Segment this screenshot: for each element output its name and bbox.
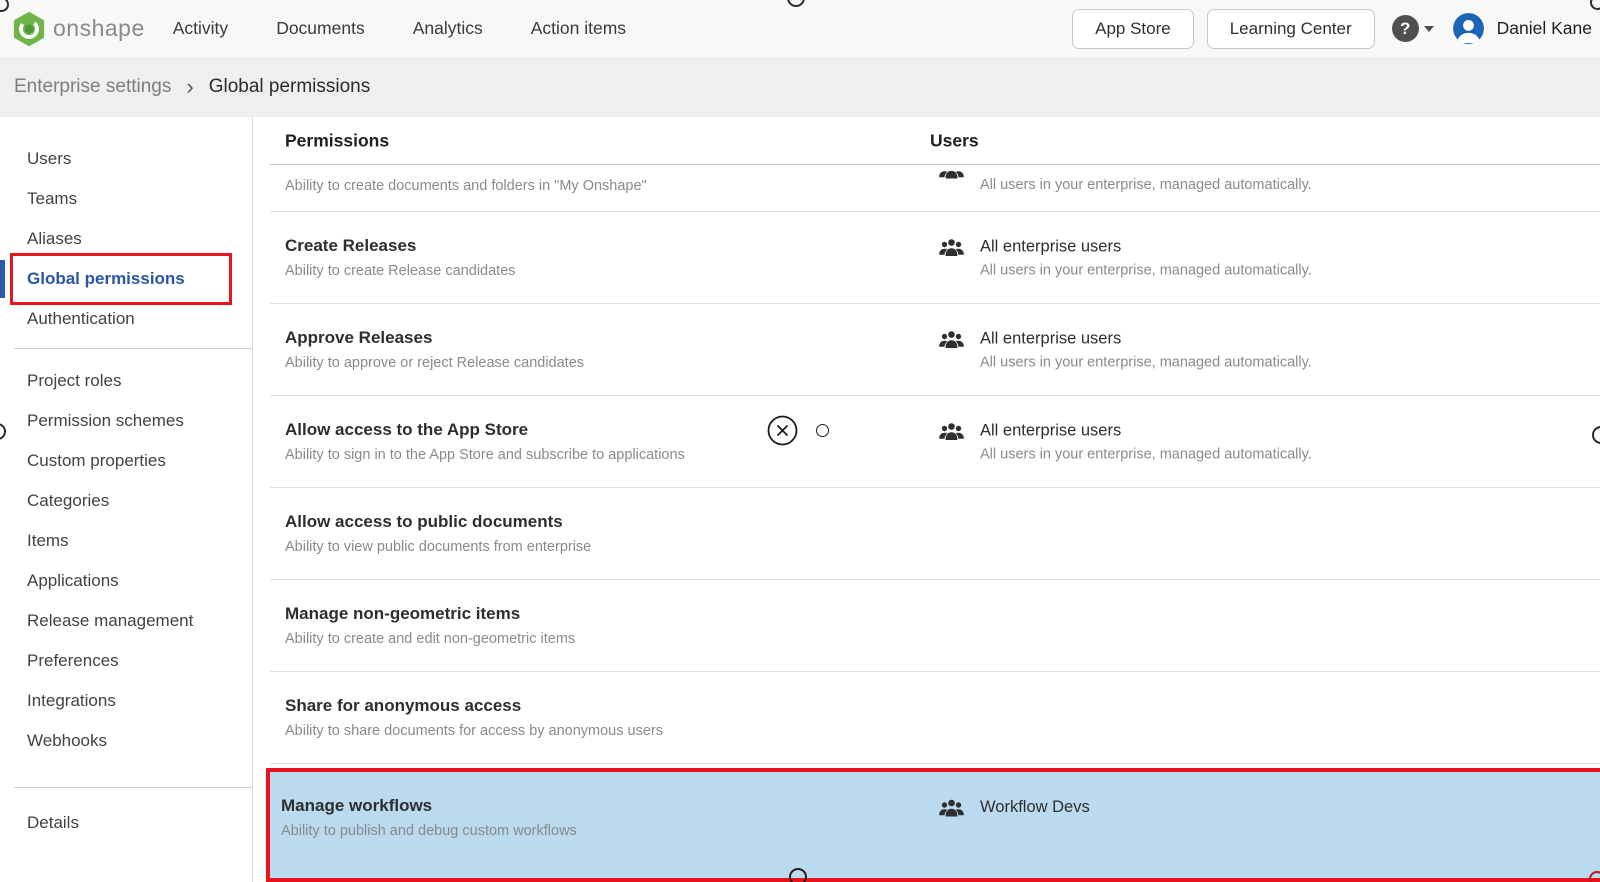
permissions-rows: Ability to create documents and folders … [270, 165, 1600, 882]
users-group-icon [938, 421, 965, 462]
users-group-icon [938, 798, 965, 820]
help-icon[interactable]: ? [1392, 15, 1419, 42]
sidebar-divider [14, 787, 252, 788]
users-title: All enterprise users [980, 421, 1312, 440]
users-cell: All enterprise users All users in your e… [938, 421, 1312, 462]
users-group-icon [938, 171, 965, 193]
sidebar-item-categories[interactable]: Categories [0, 481, 252, 521]
users-description: All users in your enterprise, managed au… [980, 354, 1312, 370]
users-title: All enterprise users [980, 237, 1312, 256]
permission-row-allow-access-to-public-documents[interactable]: Allow access to public documents Ability… [270, 488, 1600, 580]
nav-item-action-items[interactable]: Action items [531, 18, 626, 39]
permission-title: Manage non-geometric items [285, 604, 1600, 624]
sidebar-group-3: Details [0, 803, 252, 843]
onshape-brand[interactable]: onshape [12, 12, 145, 46]
sidebar-group-1: UsersTeamsAliasesGlobal permissionsAuthe… [0, 139, 252, 339]
sidebar-item-custom-properties[interactable]: Custom properties [0, 441, 252, 481]
nav-item-activity[interactable]: Activity [173, 18, 228, 39]
sidebar-item-project-roles[interactable]: Project roles [0, 361, 252, 401]
breadcrumb-enterprise-settings[interactable]: Enterprise settings [14, 76, 171, 98]
help-menu[interactable]: ? [1392, 15, 1434, 42]
user-avatar[interactable] [1453, 13, 1484, 44]
global-permissions-panel: Permissions Users Ability to create docu… [270, 117, 1600, 882]
onshape-enterprise-settings-page: onshape Activity Documents Analytics Action… [0, 0, 1600, 882]
permission-row-share-for-anonymous-access[interactable]: Share for anonymous access Ability to sh… [270, 672, 1600, 764]
sidebar-item-global-permissions[interactable]: Global permissions [0, 259, 252, 299]
person-icon [1453, 13, 1484, 44]
breadcrumb: Enterprise settings › Global permissions [0, 57, 1600, 117]
permission-row-create-releases[interactable]: Create Releases Ability to create Releas… [270, 212, 1600, 304]
column-header-permissions: Permissions [285, 130, 389, 151]
users-title: Workflow Devs [980, 798, 1090, 817]
permission-description: Ability to create and edit non-geometric… [285, 631, 1600, 647]
users-group-icon [938, 237, 965, 278]
topbar-actions: App Store Learning Center ? Daniel Kane [1072, 0, 1592, 57]
users-title: All enterprise users [980, 329, 1312, 348]
sidebar-item-release-management[interactable]: Release management [0, 601, 252, 641]
row-action-icons [767, 415, 829, 446]
sidebar-item-users[interactable]: Users [0, 139, 252, 179]
breadcrumb-current-page: Global permissions [209, 76, 371, 98]
nav-item-analytics[interactable]: Analytics [413, 18, 483, 39]
sidebar-divider [14, 348, 252, 349]
sidebar-item-preferences[interactable]: Preferences [0, 641, 252, 681]
nav-item-documents[interactable]: Documents [276, 18, 365, 39]
permission-row-ability-to-create-documents-and-folders-in-my-onshape[interactable]: Ability to create documents and folders … [270, 165, 1600, 212]
permission-description: Ability to share documents for access by… [285, 723, 1600, 739]
sidebar-item-aliases[interactable]: Aliases [0, 219, 252, 259]
learning-center-button[interactable]: Learning Center [1207, 9, 1375, 49]
brand-wordmark: onshape [53, 15, 145, 42]
permission-title: Share for anonymous access [285, 696, 1600, 716]
user-name[interactable]: Daniel Kane [1497, 18, 1592, 39]
sidebar-item-integrations[interactable]: Integrations [0, 681, 252, 721]
sidebar-item-applications[interactable]: Applications [0, 561, 252, 601]
sidebar-item-permission-schemes[interactable]: Permission schemes [0, 401, 252, 441]
chevron-right-icon: › [186, 76, 193, 98]
users-cell: All enterprise users All users in your e… [938, 237, 1312, 278]
permission-row-approve-releases[interactable]: Approve Releases Ability to approve or r… [270, 304, 1600, 396]
top-navigation-bar: onshape Activity Documents Analytics Action… [0, 0, 1600, 57]
sidebar-item-authentication[interactable]: Authentication [0, 299, 252, 339]
permission-row-manage-workflows[interactable]: Manage workflows Ability to publish and … [266, 768, 1600, 882]
users-cell: Workflow Devs [938, 798, 1090, 820]
users-group-icon [938, 329, 965, 370]
sidebar-item-teams[interactable]: Teams [0, 179, 252, 219]
table-header: Permissions Users [270, 117, 1600, 165]
sidebar-item-webhooks[interactable]: Webhooks [0, 721, 252, 761]
onshape-logo-icon [12, 12, 46, 46]
column-header-users: Users [930, 130, 979, 151]
annotation-dot-icon [816, 424, 829, 437]
users-description: All users in your enterprise, managed au… [980, 177, 1312, 193]
chevron-down-icon [1424, 26, 1434, 32]
settings-sidebar: UsersTeamsAliasesGlobal permissionsAuthe… [0, 117, 253, 882]
users-cell: All users in your enterprise, managed au… [938, 171, 1312, 193]
permission-row-manage-non-geometric-items[interactable]: Manage non-geometric items Ability to cr… [270, 580, 1600, 672]
users-description: All users in your enterprise, managed au… [980, 446, 1312, 462]
permission-description: Ability to publish and debug custom work… [281, 823, 1600, 839]
sidebar-group-2: Project rolesPermission schemesCustom pr… [0, 361, 252, 761]
remove-permission-icon[interactable] [767, 415, 798, 446]
users-description: All users in your enterprise, managed au… [980, 262, 1312, 278]
sidebar-item-details[interactable]: Details [0, 803, 252, 843]
permission-description: Ability to view public documents from en… [285, 539, 1600, 555]
users-cell: All enterprise users All users in your e… [938, 329, 1312, 370]
permission-row-allow-access-to-the-app-store[interactable]: Allow access to the App Store Ability to… [270, 396, 1600, 488]
sidebar-item-items[interactable]: Items [0, 521, 252, 561]
app-store-button[interactable]: App Store [1072, 9, 1194, 49]
active-indicator-bar [0, 260, 5, 298]
primary-nav: Activity Documents Analytics Action items [173, 18, 626, 39]
permission-title: Allow access to public documents [285, 512, 1600, 532]
